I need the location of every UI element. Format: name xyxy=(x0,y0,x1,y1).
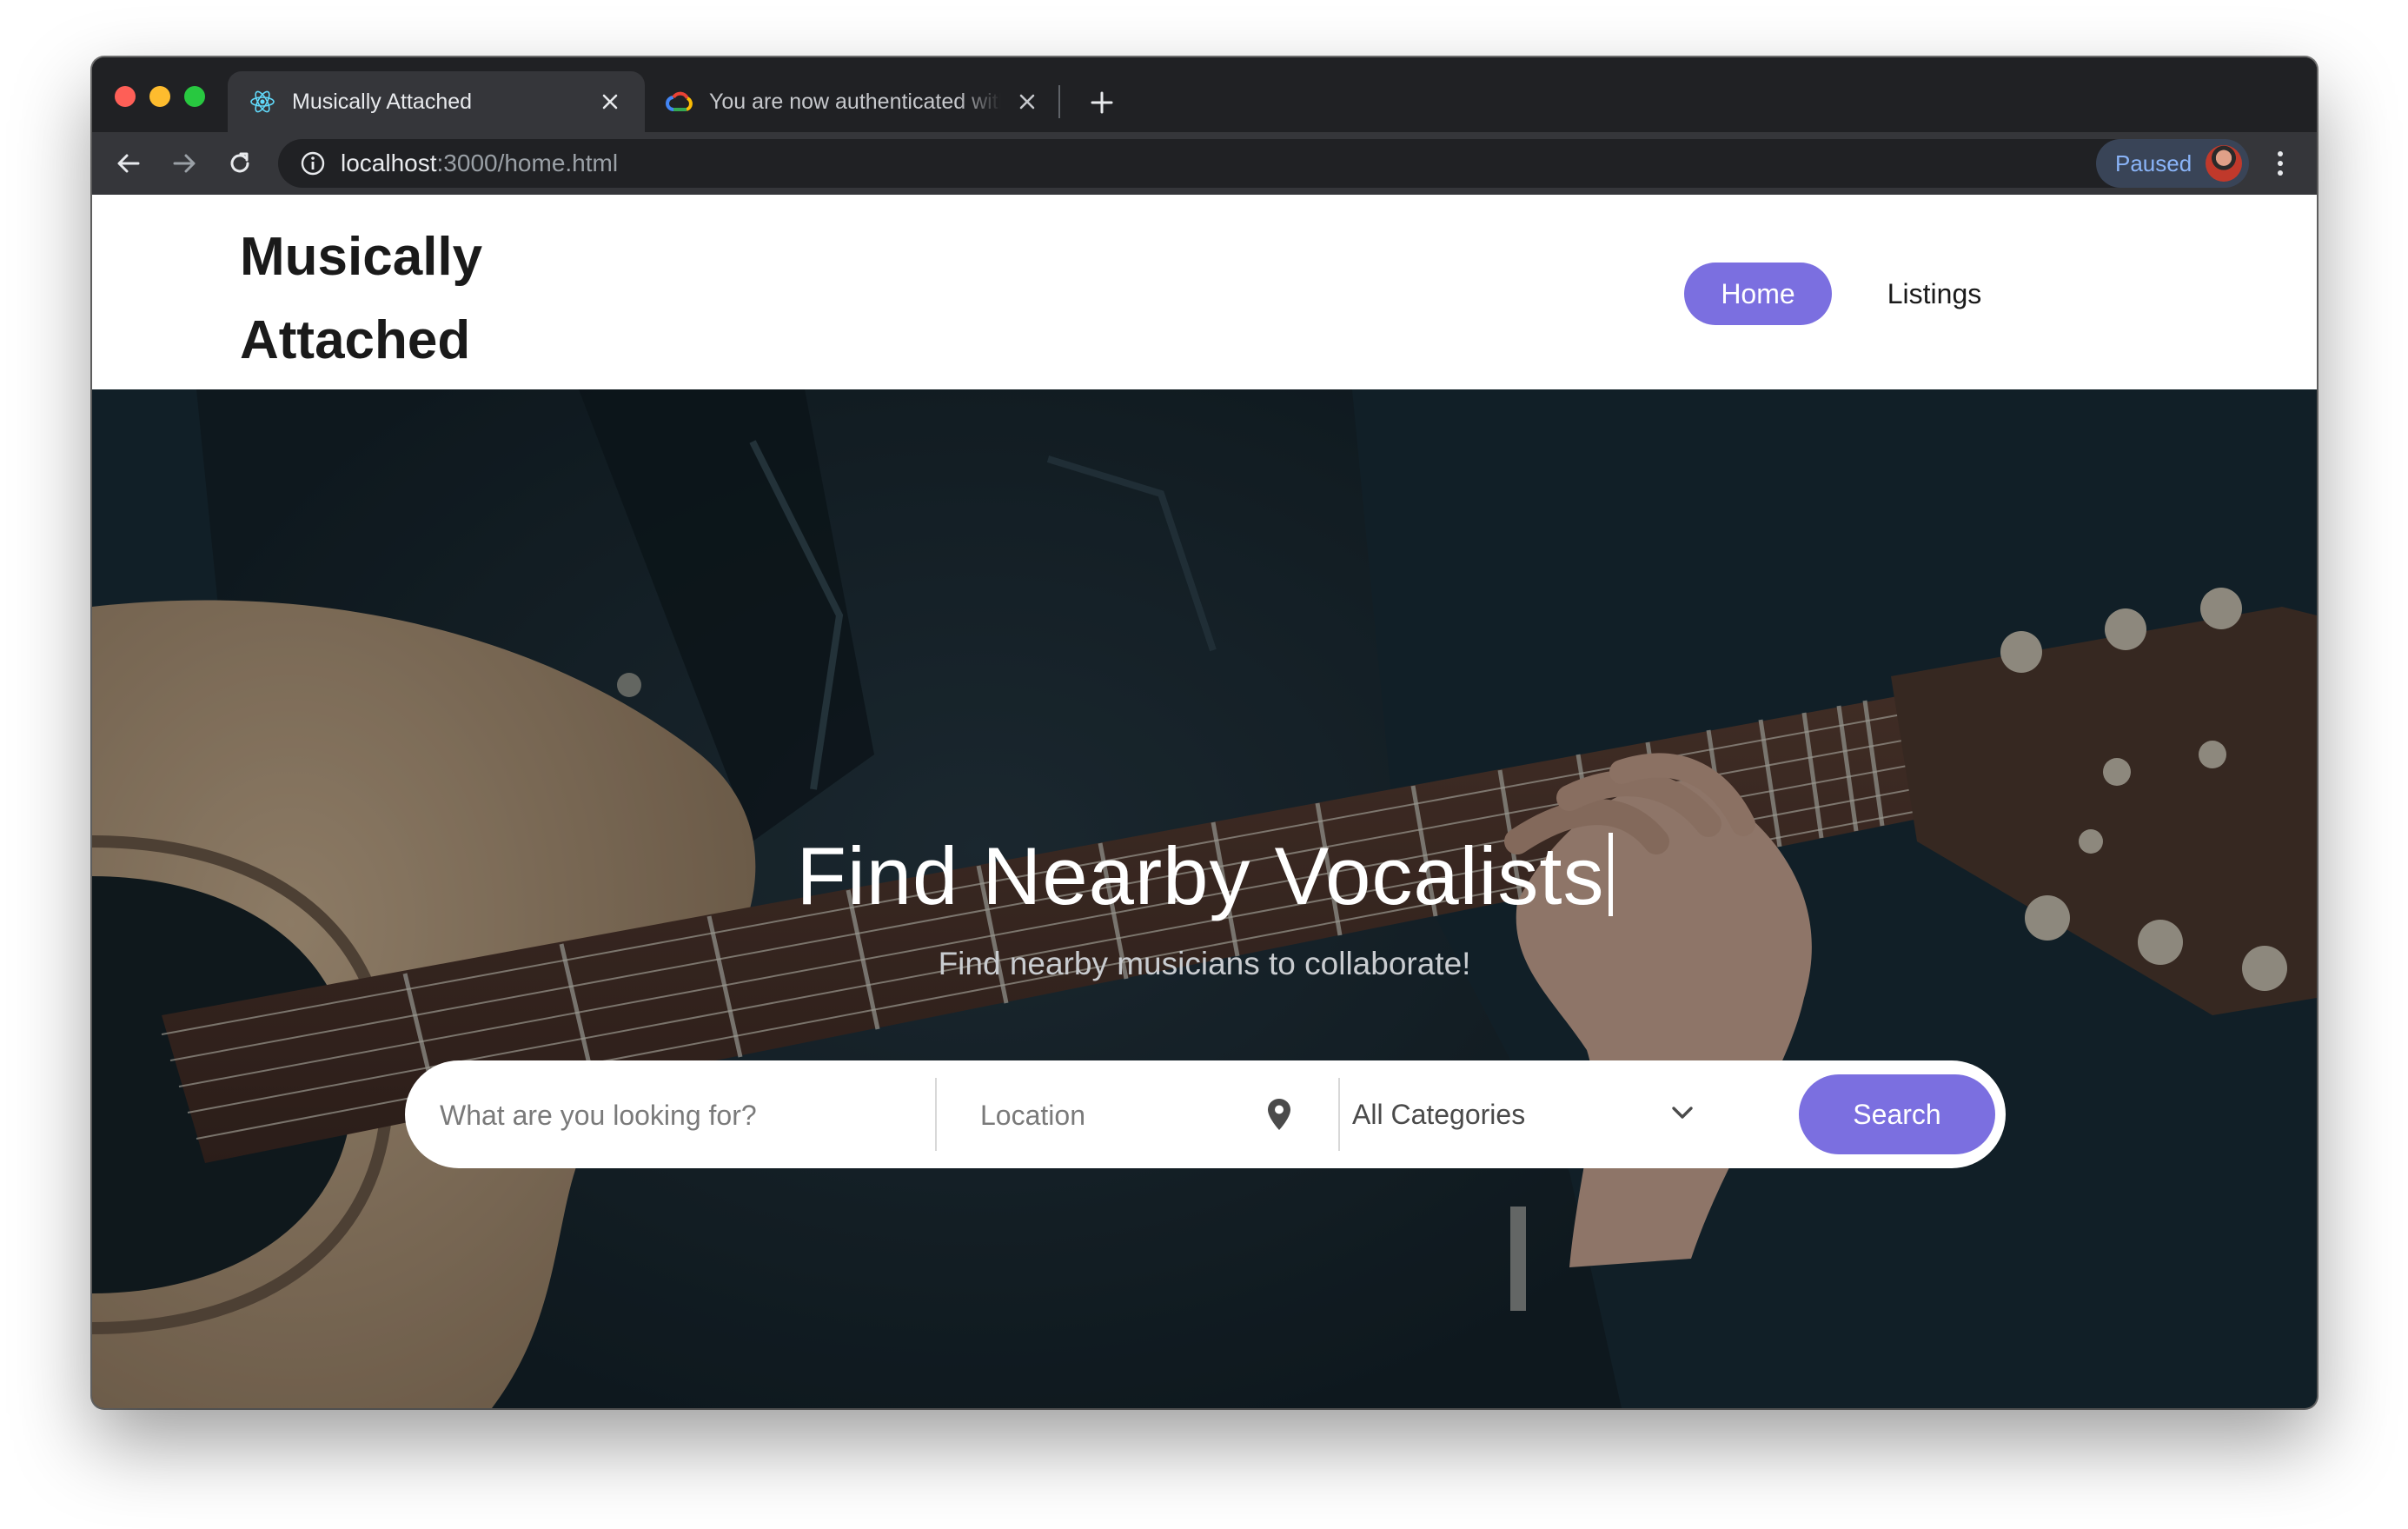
search-button[interactable]: Search xyxy=(1799,1074,1995,1154)
search-divider xyxy=(935,1078,937,1151)
react-icon xyxy=(249,88,276,116)
minimize-window-button[interactable] xyxy=(149,86,170,107)
nav-listings-link[interactable]: Listings xyxy=(1874,263,1995,325)
url-host: localhost xyxy=(341,150,437,176)
new-tab-plus-icon[interactable] xyxy=(1083,83,1121,122)
hero-section: Find Nearby Vocalists Find nearby musici… xyxy=(92,389,2317,1408)
more-vertical-icon[interactable] xyxy=(2261,144,2299,183)
info-icon[interactable] xyxy=(299,150,327,177)
tab-separator xyxy=(1058,85,1060,118)
forward-arrow-icon[interactable] xyxy=(165,144,203,183)
nav-home-button[interactable]: Home xyxy=(1684,263,1832,325)
brand-line-1: Musically xyxy=(240,227,483,287)
reload-icon[interactable] xyxy=(221,144,259,183)
avatar xyxy=(2206,145,2242,182)
tab-authenticated[interactable]: You are now authenticated with xyxy=(645,71,1062,132)
site-header: Musically Attached Home Listings xyxy=(92,195,2317,389)
site-brand[interactable]: Musically Attached xyxy=(240,216,553,382)
search-query-input[interactable] xyxy=(438,1060,928,1170)
back-arrow-icon[interactable] xyxy=(109,144,148,183)
map-pin-icon xyxy=(1260,1095,1298,1133)
category-selected-value: All Categories xyxy=(1352,1098,1526,1130)
hero-subtitle: Find nearby musicians to collaborate! xyxy=(938,946,1471,981)
brand-line-2: Attached xyxy=(240,310,471,370)
category-select[interactable]: All Categories xyxy=(1352,1080,1691,1149)
typing-caret xyxy=(1608,833,1613,916)
profile-status: Paused xyxy=(2115,150,2192,176)
maximize-window-button[interactable] xyxy=(184,86,205,107)
chevron-down-icon[interactable] xyxy=(1665,1095,1700,1130)
google-cloud-icon xyxy=(666,88,693,116)
profile-button[interactable]: Paused xyxy=(2096,139,2249,188)
tab-title: You are now authenticated with xyxy=(709,89,1001,114)
hero-title: Find Nearby Vocalists xyxy=(92,829,2317,923)
address-bar[interactable]: localhost:3000/home.html xyxy=(278,139,2171,188)
close-window-button[interactable] xyxy=(115,86,136,107)
search-bar: All Categories Search xyxy=(405,1060,2006,1170)
browser-toolbar: localhost:3000/home.html Paused xyxy=(92,132,2317,195)
search-divider xyxy=(1338,1078,1340,1151)
tab-musically-attached[interactable]: Musically Attached xyxy=(228,71,645,132)
hero-title-text: Find Nearby Vocalists xyxy=(796,830,1605,921)
tab-title: Musically Attached xyxy=(292,89,473,114)
search-location-input[interactable] xyxy=(978,1060,1243,1170)
close-icon[interactable] xyxy=(1013,88,1041,116)
close-icon[interactable] xyxy=(596,88,624,116)
url-path: :3000/home.html xyxy=(436,150,619,176)
page-viewport: Musically Attached Home Listings Find Ne… xyxy=(92,195,2317,1408)
tab-strip: Musically Attached You are now authentic… xyxy=(92,57,2317,132)
browser-window: Musically Attached You are now authentic… xyxy=(92,57,2317,1408)
